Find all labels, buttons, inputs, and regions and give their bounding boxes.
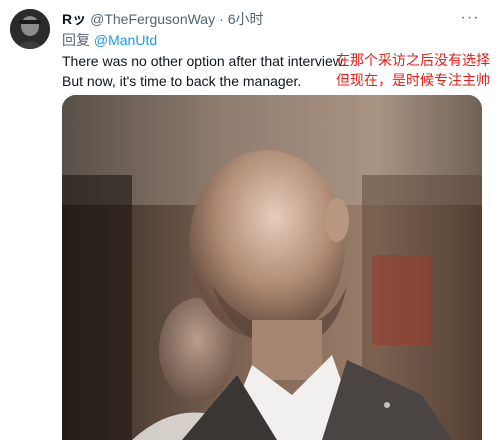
translation-annotation: 在那个采访之后没有选择 但现在，是时候专注主帅: [336, 51, 496, 91]
translation-line-1: 在那个采访之后没有选择: [336, 53, 490, 69]
more-horizontal-icon: ···: [460, 9, 480, 26]
tweet-line-2: But now, it's time to back the manager.: [62, 73, 302, 89]
avatar[interactable]: [10, 9, 50, 49]
author-handle[interactable]: @TheFergusonWay: [90, 11, 215, 27]
reply-prefix: 回复: [62, 32, 90, 48]
avatar-image: [10, 9, 50, 49]
tweet-timestamp[interactable]: 6小时: [228, 9, 264, 29]
author-name[interactable]: Rッ: [62, 9, 86, 29]
more-options-button[interactable]: ···: [458, 8, 482, 28]
photo-illustration: [62, 95, 482, 440]
tweet-text: There was no other option after that int…: [62, 51, 347, 91]
translation-line-2: 但现在，是时候专注主帅: [336, 73, 490, 89]
tweet-header: Rッ @TheFergusonWay · 6小时: [62, 9, 264, 29]
reply-context: 回复 @ManUtd: [62, 30, 157, 50]
tweet-media-photo[interactable]: [62, 95, 482, 440]
reply-mention-link[interactable]: @ManUtd: [94, 32, 157, 48]
tweet-line-1: There was no other option after that int…: [62, 53, 347, 69]
separator-dot: ·: [219, 11, 224, 27]
